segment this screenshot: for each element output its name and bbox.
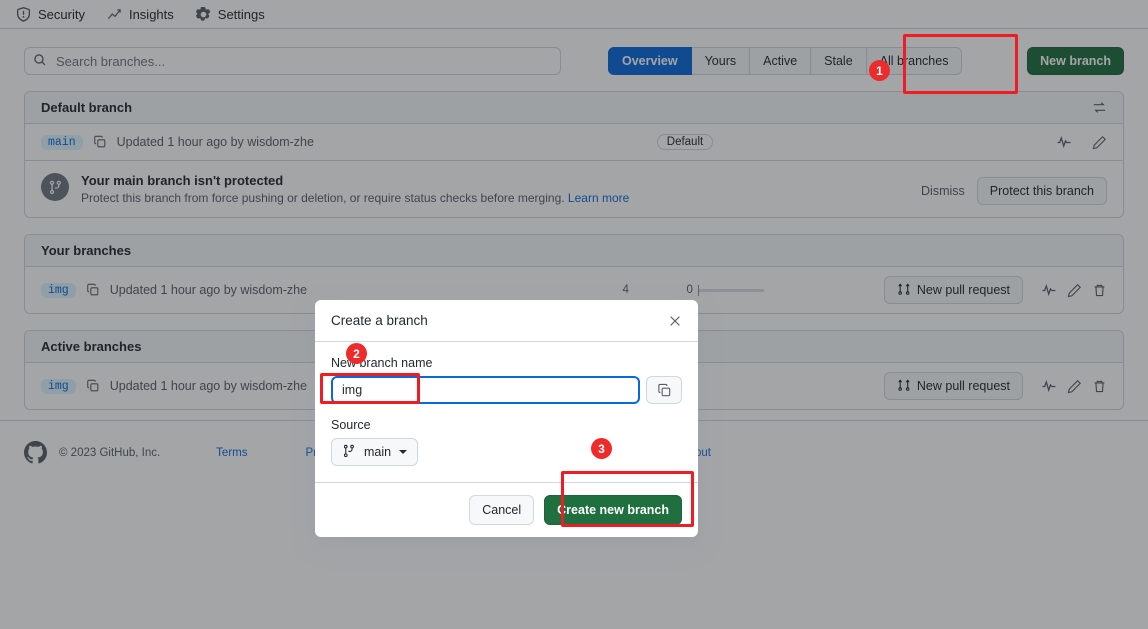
dialog-title: Create a branch xyxy=(331,313,428,328)
branch-name-input[interactable] xyxy=(331,376,640,404)
source-branch-value: main xyxy=(364,445,391,459)
source-branch-select[interactable]: main xyxy=(331,438,418,466)
source-label: Source xyxy=(331,418,682,432)
annotation-badge-1: 1 xyxy=(869,60,890,81)
dialog-header: Create a branch xyxy=(315,300,698,342)
annotation-badge-2: 2 xyxy=(346,343,367,364)
cancel-button[interactable]: Cancel xyxy=(469,495,534,525)
dialog-footer: Cancel Create new branch xyxy=(315,482,698,537)
chevron-down-icon xyxy=(399,450,407,454)
dialog-body: New branch name Source main xyxy=(315,342,698,482)
branch-name-label: New branch name xyxy=(331,356,682,370)
branch-name-input-row xyxy=(331,376,682,404)
annotation-badge-3: 3 xyxy=(591,438,612,459)
create-branch-dialog: Create a branch New branch name Source m… xyxy=(315,300,698,537)
copy-icon[interactable] xyxy=(646,376,682,404)
create-new-branch-button[interactable]: Create new branch xyxy=(544,495,682,525)
close-icon[interactable] xyxy=(668,314,682,328)
branch-icon xyxy=(342,444,356,461)
